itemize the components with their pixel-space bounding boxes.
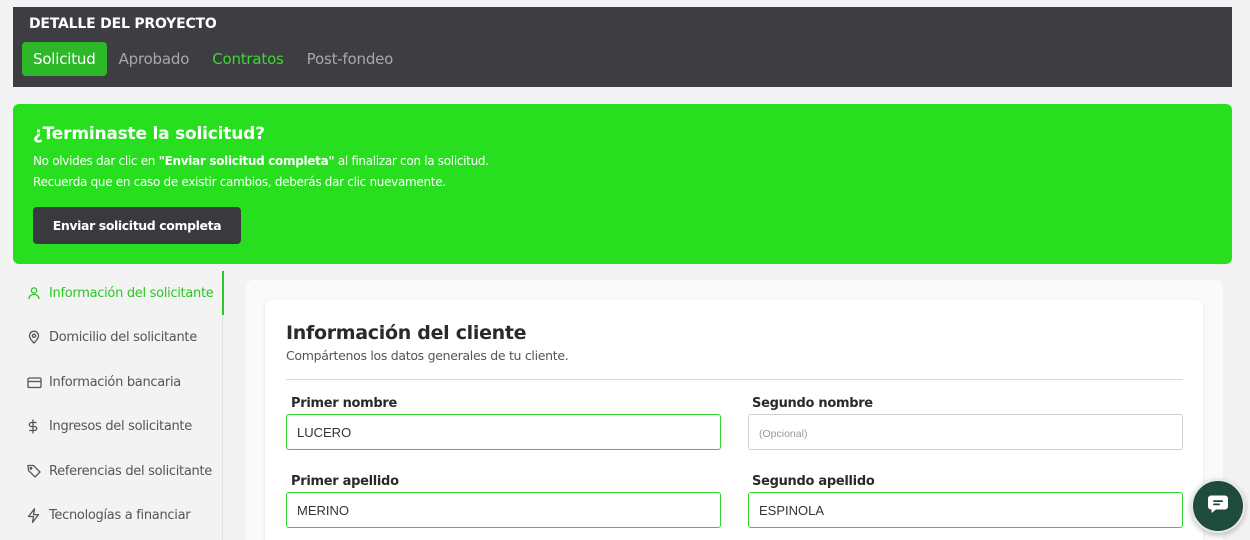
sidebar-item-ingresos[interactable]: Ingresos del solicitante <box>13 404 223 448</box>
sidebar-item-label: Domicilio del solicitante <box>49 329 197 345</box>
banner-text: No olvides dar clic en <box>33 154 159 168</box>
client-info-card: Información del cliente Compártenos los … <box>265 300 1203 540</box>
sidebar-item-tecnologias[interactable]: Tecnologías a financiar <box>13 493 223 537</box>
primer-apellido-input[interactable] <box>286 492 721 528</box>
submit-reminder-banner: ¿Terminaste la solicitud? No olvides dar… <box>13 104 1232 264</box>
banner-text: al finalizar con la solicitud. <box>334 154 489 168</box>
sidebar-item-label: Información bancaria <box>49 374 181 390</box>
banner-bold-text: "Enviar solicitud completa" <box>158 154 335 168</box>
banner-line-2: Recuerda que en caso de existir cambios,… <box>33 175 446 189</box>
sidebar-item-domicilio[interactable]: Domicilio del solicitante <box>13 315 223 359</box>
primer-nombre-label: Primer nombre <box>291 396 398 411</box>
card-divider <box>286 379 1183 380</box>
chat-icon <box>1207 494 1229 518</box>
location-pin-icon <box>27 330 47 344</box>
page-title: DETALLE DEL PROYECTO <box>29 16 217 32</box>
submit-application-button[interactable]: Enviar solicitud completa <box>33 207 241 244</box>
chat-launcher-button[interactable] <box>1191 479 1245 533</box>
banner-title: ¿Terminaste la solicitud? <box>33 124 265 144</box>
tab-aprobado[interactable]: Aprobado <box>108 42 201 76</box>
segundo-nombre-label: Segundo nombre <box>752 396 873 411</box>
segundo-apellido-label: Segundo apellido <box>752 474 875 489</box>
project-header: DETALLE DEL PROYECTO Solicitud Aprobado … <box>13 7 1232 87</box>
sidebar-item-label: Información del solicitante <box>49 285 214 301</box>
tab-post-fondeo[interactable]: Post-fondeo <box>296 42 405 76</box>
tag-icon <box>27 464 47 478</box>
sidebar-item-informacion-bancaria[interactable]: Información bancaria <box>13 360 223 404</box>
lightning-icon <box>27 507 47 523</box>
segundo-apellido-input[interactable] <box>748 492 1183 528</box>
user-icon <box>27 286 47 300</box>
sidebar-item-referencias[interactable]: Referencias del solicitante <box>13 449 223 493</box>
tab-contratos[interactable]: Contratos <box>201 42 294 76</box>
card-title: Información del cliente <box>286 322 527 344</box>
banner-line-1: No olvides dar clic en "Enviar solicitud… <box>33 154 489 168</box>
segundo-nombre-input[interactable] <box>748 414 1183 450</box>
project-tabs: Solicitud Aprobado Contratos Post-fondeo <box>22 42 405 76</box>
sidebar-item-label: Referencias del solicitante <box>49 463 212 479</box>
section-sidebar: Información del solicitante Domicilio de… <box>13 270 224 540</box>
sidebar-item-informacion-solicitante[interactable]: Información del solicitante <box>13 271 224 315</box>
credit-card-icon <box>27 376 47 389</box>
primer-nombre-input[interactable] <box>286 414 721 450</box>
sidebar-item-label: Ingresos del solicitante <box>49 418 192 434</box>
tab-solicitud[interactable]: Solicitud <box>22 42 107 76</box>
dollar-icon <box>27 419 47 434</box>
card-subtitle: Compártenos los datos generales de tu cl… <box>286 348 569 363</box>
primer-apellido-label: Primer apellido <box>291 474 399 489</box>
sidebar-item-label: Tecnologías a financiar <box>49 507 191 523</box>
